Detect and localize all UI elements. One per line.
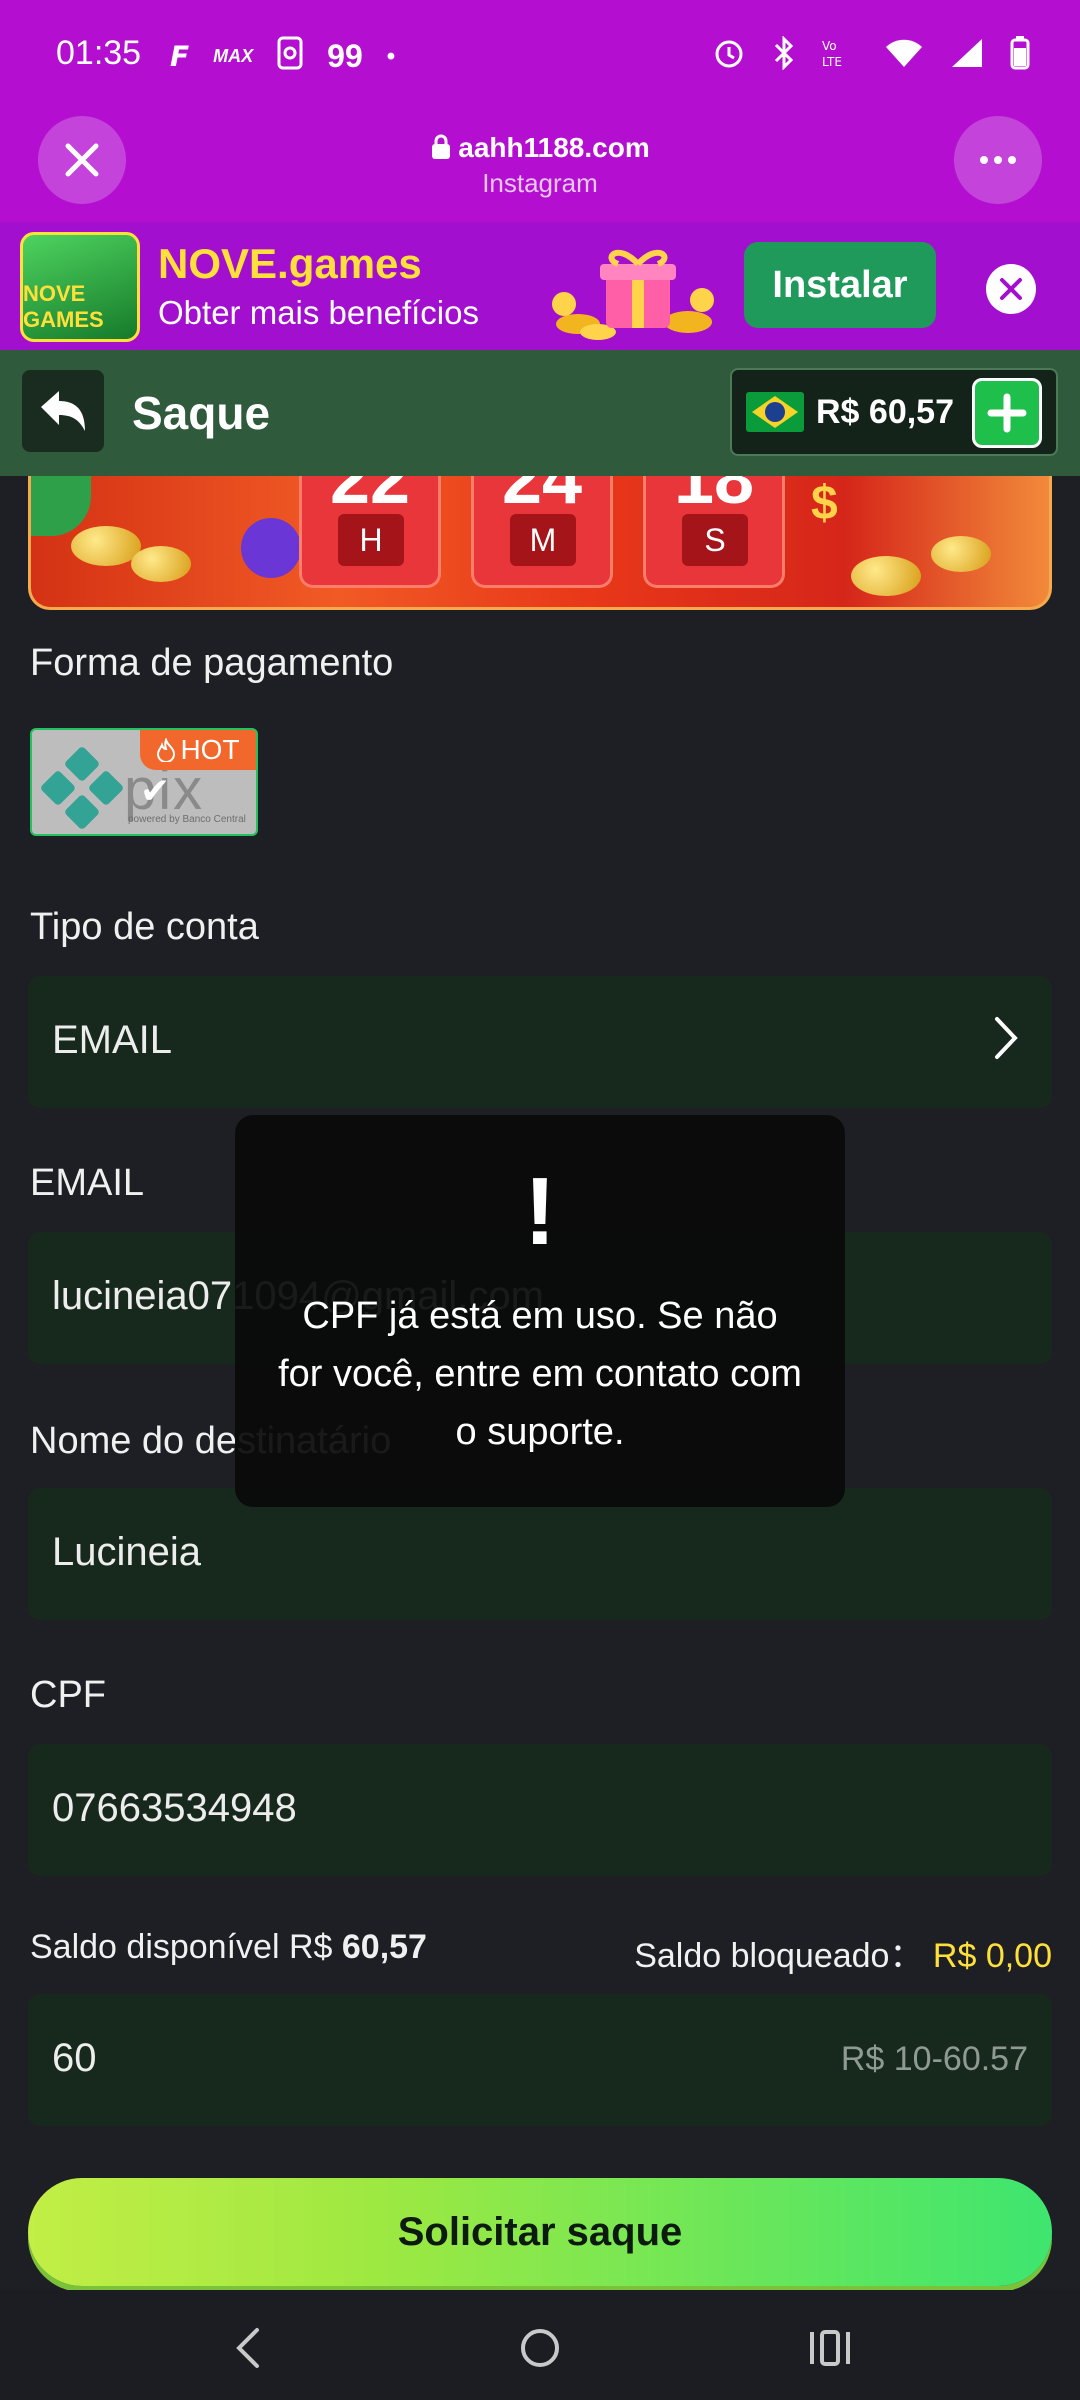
nav-back-icon [236,2328,259,2368]
fire-icon [157,738,176,762]
page-header: Saque R$ 60,57 [0,350,1080,476]
coin-decoration [851,556,921,596]
signal-icon [952,39,982,67]
pix-payment-option[interactable]: pix ✔ powered by Banco Central HOT [30,728,258,836]
account-type-select[interactable]: EMAIL [28,976,1052,1108]
chevron-right-icon [995,1017,1018,1059]
volte-icon: Vo LTE [822,39,842,69]
nav-home-button[interactable] [510,2318,570,2378]
notification-icons: 𝙁 MAX 99 • [170,36,395,77]
payment-method-label: Forma de pagamento [30,642,394,684]
timer-minutes: 24 M [471,476,613,588]
header-balance: R$ 60,57 [816,392,954,431]
account-type-label: Tipo de conta [30,906,259,948]
url-source: Instagram [482,168,598,198]
bluetooth-icon [774,36,794,70]
cpf-value: 07663534948 [52,1786,297,1830]
email-label: EMAIL [30,1162,145,1204]
hot-badge-text: HOT [180,734,240,765]
blocked-balance: Saldo bloqueado： R$ 0,00 [634,1928,1052,1977]
status-bar: 01:35 𝙁 MAX 99 • Vo LTE [0,0,1080,112]
page-url: aahh1188.com [0,132,1080,164]
request-withdrawal-button[interactable]: Solicitar saque [28,2178,1052,2286]
ad-app-logo: NOVE GAMES [20,232,140,342]
pix-powered-text: powered by Banco Central [128,814,246,825]
url-text: aahh1188.com [458,132,650,163]
battery-icon [1010,36,1030,70]
svg-text:LTE: LTE [822,55,842,69]
timer-seconds: 18 S [643,476,785,588]
svg-text:Vo: Vo [822,39,837,53]
exclamation-icon: ! [524,1158,556,1265]
recipient-name-value: Lucineia [52,1530,202,1574]
nav-back-button[interactable] [218,2318,278,2378]
coin-decoration [931,536,991,572]
toast-message: CPF já está em uso. Se não for você, ent… [278,1295,802,1453]
error-toast: ! CPF já está em uso. Se não for você, e… [235,1115,845,1507]
checkmark-icon: ✔ [140,770,171,811]
deposit-plus-button[interactable] [972,378,1042,448]
page-title: Saque [132,387,271,439]
system-icons: Vo LTE [712,36,1030,70]
amount-value: 60 [52,2036,97,2080]
brazil-flag-icon [746,392,804,432]
cpf-field[interactable]: 07663534948 [28,1744,1052,1876]
ad-subtitle: Obter mais benefícios [158,294,479,331]
available-balance-value: 60,57 [341,1928,427,1966]
dot-icon: • [386,42,396,70]
nav-recents-button[interactable] [800,2318,860,2378]
back-button[interactable] [22,370,104,452]
f-app-icon: 𝙁 [170,41,190,72]
gift-coins-icon [552,249,714,340]
99-app-icon: 99 [327,38,363,74]
ad-logo-text: NOVE GAMES [23,281,104,332]
status-time: 01:35 [56,34,142,72]
timer-hours-unit: H [338,514,404,566]
blocked-balance-value: R$ 0,00 [932,1937,1052,1975]
account-type-value: EMAIL [52,1018,173,1062]
gem-decoration [241,518,301,578]
timer-minutes-unit: M [510,514,576,566]
timer-hours: 22 H [299,476,441,588]
balance-box: R$ 60,57 [730,368,1058,456]
pix-logo-icon [39,745,125,831]
blocked-balance-label: Saldo bloqueado： [634,1937,924,1975]
timer-seconds-unit: S [682,514,748,566]
recipient-name-field[interactable]: Lucineia [28,1488,1052,1620]
available-balance-label: Saldo disponível R$ [30,1928,333,1966]
cpf-label: CPF [30,1674,106,1716]
phone-app-icon [277,36,303,77]
browser-menu-button[interactable] [954,116,1042,204]
max-app-icon: MAX [213,46,254,66]
plus-icon [987,393,1027,433]
system-nav-bar [0,2290,1080,2400]
hot-badge: HOT [140,730,256,770]
balance-row: Saldo disponível R$ 60,57 Saldo bloquead… [30,1928,1052,1975]
lock-icon [432,134,451,159]
coin-decoration [131,546,191,582]
dollar-icon: $ [811,477,838,530]
alarm-icon [715,40,743,68]
install-button[interactable]: Instalar [744,242,936,328]
ad-close-icon[interactable] [984,262,1038,316]
wifi-icon [886,39,922,67]
browser-bar: aahh1188.com Instagram [0,112,1080,222]
ad-banner[interactable]: NOVE GAMES NOVE.games Obter mais benefíc… [0,222,1080,350]
more-icon [980,156,1016,164]
url-area: aahh1188.com Instagram [0,132,1080,199]
leaf-decoration [31,476,91,536]
amount-range-hint: R$ 10-60.57 [840,2040,1028,2078]
promo-banner: 22 H 24 M 18 S $ [28,476,1052,610]
nav-recents-icon [810,2330,850,2366]
ad-title: NOVE.games [158,240,422,287]
back-arrow-icon [41,391,85,431]
amount-field[interactable]: 60 R$ 10-60.57 [28,1994,1052,2126]
nav-home-icon [521,2329,559,2367]
